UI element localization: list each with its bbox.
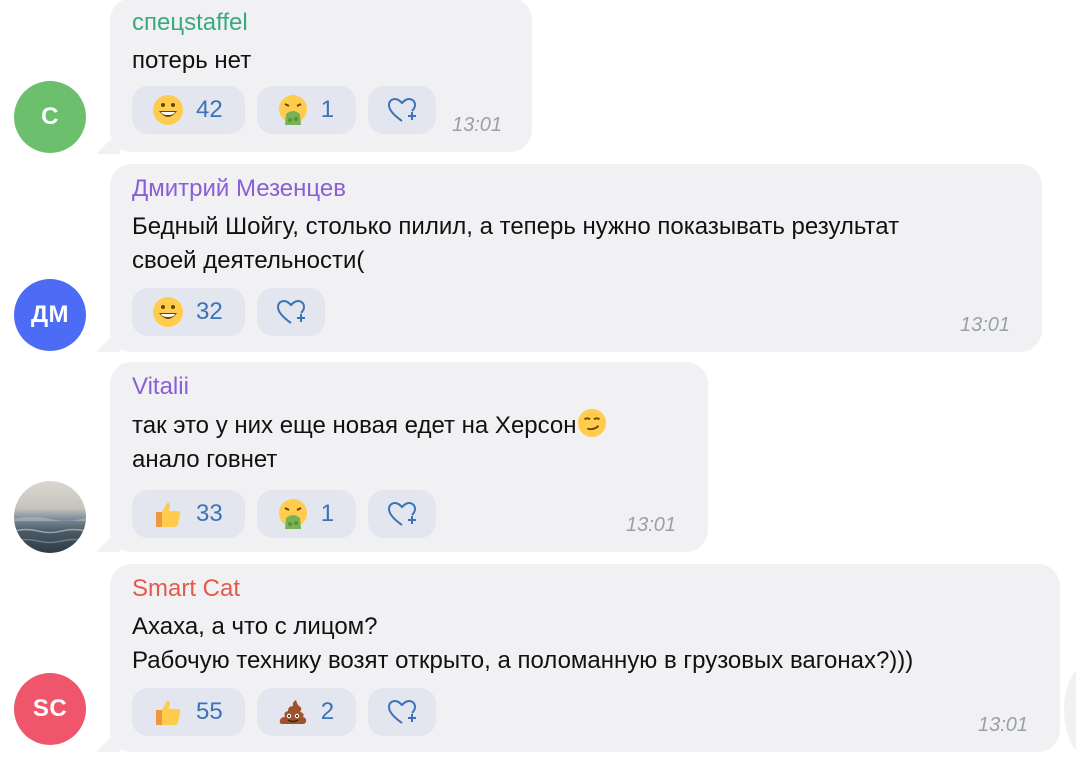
thumbs-up-icon [156,700,181,725]
heart-plus-icon [388,699,417,724]
message-bubble: Smart Cat Ахаха, а что с лицом? Рабочую т… [110,564,1060,752]
reactions-bar: 32 [132,288,325,336]
add-reaction-button[interactable] [368,688,437,736]
reaction-count: 55 [196,698,223,725]
reaction-grinning[interactable]: 42 [132,86,245,134]
message-bubble: спецstaffel потерь нет 42 1 13:01 [110,0,532,152]
avatar[interactable] [14,481,86,553]
reaction-grinning[interactable]: 32 [132,288,245,336]
message-text: так это у них еще новая едет на Херсон ан… [132,408,686,477]
heart-plus-icon [276,299,305,324]
scroll-button-edge[interactable] [1064,660,1076,760]
smirking-face-icon [577,408,606,438]
pile-of-poo-icon [279,700,306,724]
vomiting-face-icon [278,95,307,125]
vomiting-face-icon [278,499,307,529]
thumbs-up-icon [156,502,181,527]
message-time: 13:01 [626,514,677,536]
reaction-count: 1 [320,96,335,123]
reactions-bar: 55 2 [132,688,437,736]
avatar[interactable]: ДМ [14,279,86,351]
message-text: потерь нет [132,47,252,74]
reaction-count: 2 [320,698,335,725]
sender-name[interactable]: Vitalii [132,372,686,402]
message-bubble: Vitalii так это у них еще новая едет на … [110,362,708,552]
sender-name[interactable]: Smart Cat [132,574,1038,604]
avatar[interactable]: С [14,81,86,153]
grinning-face-icon [153,95,183,125]
message-text: Бедный Шойгу, столько пилил, а теперь ну… [132,213,900,274]
message-time: 13:01 [960,314,1011,336]
reactions-bar: 42 1 [132,86,437,134]
heart-plus-icon [388,501,417,526]
reaction-count: 33 [196,500,223,527]
sender-name[interactable]: спецstaffel [132,8,510,38]
reaction-vomiting[interactable]: 1 [256,86,357,134]
message-text: Ахаха, а что с лицом? Рабочую технику воз… [132,613,914,674]
reaction-vomiting[interactable]: 1 [256,490,357,538]
reaction-thumbs-up[interactable]: 33 [132,490,245,538]
add-reaction-button[interactable] [256,288,325,336]
grinning-face-icon [153,297,183,327]
reaction-count: 42 [196,96,223,123]
add-reaction-button[interactable] [368,490,437,538]
message-bubble: Дмитрий Мезенцев Бедный Шойгу, столько п… [110,164,1042,352]
sea-photo-icon [14,517,86,544]
avatar[interactable]: SC [14,673,86,745]
sender-name[interactable]: Дмитрий Мезенцев [132,174,1020,204]
add-reaction-button[interactable] [368,86,437,134]
message-time: 13:01 [452,114,503,136]
reactions-bar: 33 1 [132,490,437,538]
reaction-count: 32 [196,298,223,325]
reaction-thumbs-up[interactable]: 55 [132,688,245,736]
reaction-count: 1 [320,500,335,527]
message-time: 13:01 [978,714,1029,736]
heart-plus-icon [388,97,417,122]
reaction-poo[interactable]: 2 [256,688,357,736]
